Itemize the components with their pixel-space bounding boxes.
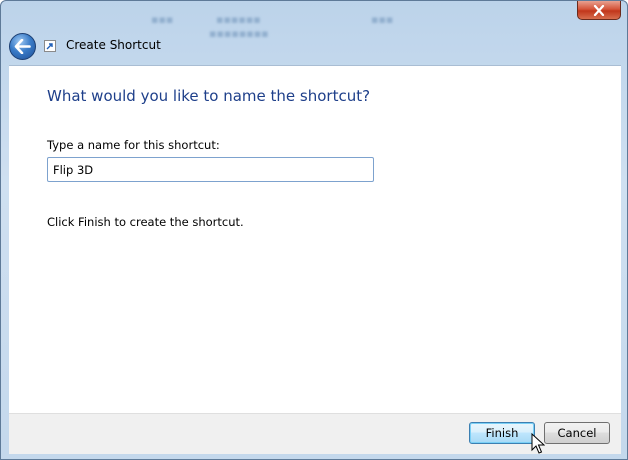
button-bar: Finish Cancel bbox=[9, 413, 621, 454]
close-button[interactable] bbox=[577, 1, 621, 20]
shortcut-name-input[interactable] bbox=[47, 157, 374, 182]
shortcut-icon bbox=[44, 40, 56, 52]
close-icon bbox=[593, 4, 605, 16]
back-button[interactable] bbox=[9, 33, 36, 60]
create-shortcut-window: ▪▪▪ ▪▪▪▪▪▪ ▪▪▪▪▪▪▪▪ ▪▪▪ Create Shortcut … bbox=[0, 0, 628, 460]
finish-button[interactable]: Finish bbox=[469, 422, 535, 444]
cancel-button[interactable]: Cancel bbox=[544, 422, 610, 444]
window-title: Create Shortcut bbox=[66, 38, 161, 52]
back-arrow-icon bbox=[14, 39, 31, 54]
page-heading: What would you like to name the shortcut… bbox=[47, 87, 371, 105]
wizard-content: What would you like to name the shortcut… bbox=[9, 65, 621, 414]
shortcut-name-label: Type a name for this shortcut: bbox=[47, 138, 220, 152]
background-blur: ▪▪▪ ▪▪▪▪▪▪ ▪▪▪▪▪▪▪▪ ▪▪▪ bbox=[151, 13, 394, 40]
finish-hint: Click Finish to create the shortcut. bbox=[47, 215, 244, 229]
mouse-cursor-icon bbox=[531, 433, 545, 454]
